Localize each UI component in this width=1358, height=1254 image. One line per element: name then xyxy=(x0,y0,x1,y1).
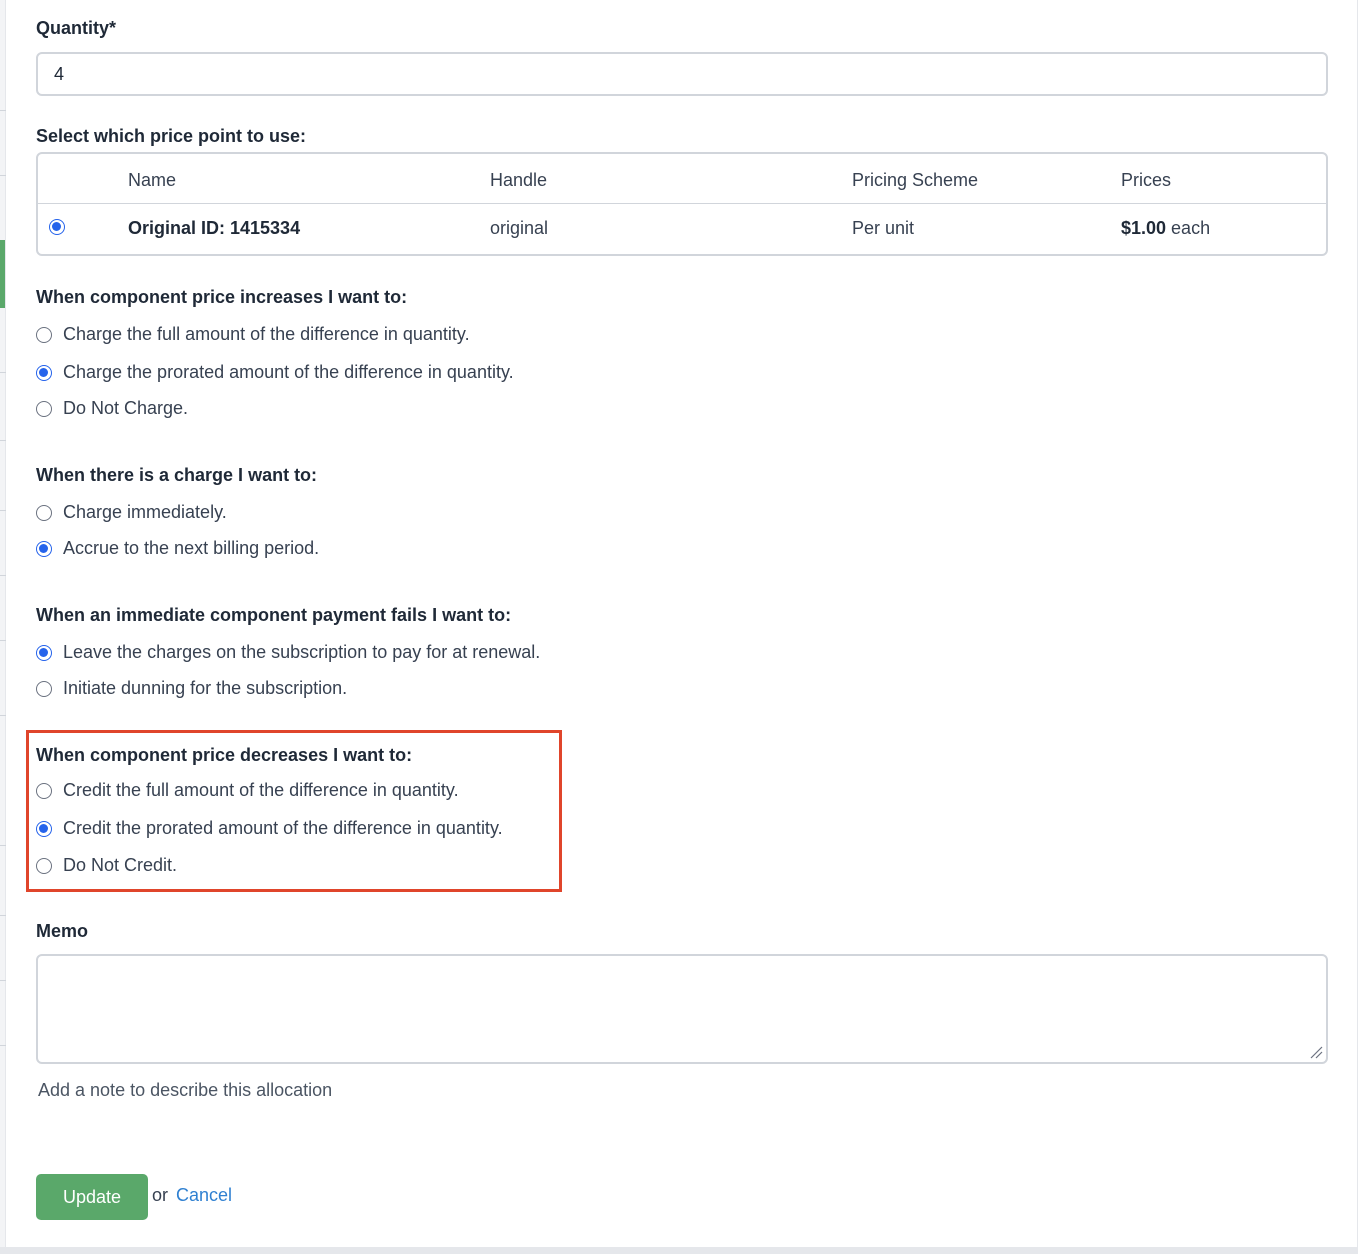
charge-label: When there is a charge I want to: xyxy=(36,465,318,485)
charge-option-accrue[interactable]: Accrue to the next billing period. xyxy=(36,538,736,562)
cancel-link[interactable]: Cancel xyxy=(176,1185,232,1206)
price-point-radio[interactable] xyxy=(49,219,65,235)
gutter-accent xyxy=(0,240,5,308)
column-header-prices: Prices xyxy=(1121,170,1172,190)
allocation-form-panel: Quantity* Select which price point to us… xyxy=(6,0,1358,1247)
price-point-name: Original ID: 1415334 xyxy=(128,218,301,238)
price-point-handle: original xyxy=(490,218,549,238)
quantity-input[interactable] xyxy=(36,52,1328,96)
payment-fail-option-leave[interactable]: Leave the charges on the subscription to… xyxy=(36,642,736,666)
payment-fail-label: When an immediate component payment fail… xyxy=(36,605,512,625)
quantity-label: Quantity* xyxy=(36,18,117,38)
option-label: Leave the charges on the subscription to… xyxy=(63,642,541,662)
column-header-handle: Handle xyxy=(490,170,548,190)
increase-option-full[interactable]: Charge the full amount of the difference… xyxy=(36,324,736,348)
radio-button[interactable] xyxy=(36,541,52,557)
radio-button[interactable] xyxy=(36,327,52,343)
option-label: Initiate dunning for the subscription. xyxy=(63,678,348,698)
option-label: Charge the prorated amount of the differ… xyxy=(63,362,514,382)
table-divider xyxy=(38,203,1326,204)
option-label: Credit the prorated amount of the differ… xyxy=(63,818,503,838)
radio-button[interactable] xyxy=(36,505,52,521)
price-point-scheme: Per unit xyxy=(852,218,915,238)
bottom-strip xyxy=(0,1247,1358,1254)
decrease-option-full[interactable]: Credit the full amount of the difference… xyxy=(36,780,736,804)
option-label: Do Not Credit. xyxy=(63,855,178,875)
decrease-option-prorated[interactable]: Credit the prorated amount of the differ… xyxy=(36,818,736,842)
decrease-label: When component price decreases I want to… xyxy=(36,745,413,765)
update-button[interactable]: Update xyxy=(36,1174,148,1220)
option-label: Credit the full amount of the difference… xyxy=(63,780,459,800)
memo-help-text: Add a note to describe this allocation xyxy=(38,1080,333,1100)
radio-button[interactable] xyxy=(36,645,52,661)
increase-option-prorated[interactable]: Charge the prorated amount of the differ… xyxy=(36,362,736,386)
option-label: Accrue to the next billing period. xyxy=(63,538,320,558)
resize-grip-icon[interactable] xyxy=(1309,1045,1323,1059)
radio-button[interactable] xyxy=(36,858,52,874)
increase-option-none[interactable]: Do Not Charge. xyxy=(36,398,736,422)
or-text: or xyxy=(152,1185,169,1205)
charge-option-immediately[interactable]: Charge immediately. xyxy=(36,502,736,526)
price-point-label: Select which price point to use: xyxy=(36,126,307,146)
column-header-pricing-scheme: Pricing Scheme xyxy=(852,170,979,190)
radio-button[interactable] xyxy=(36,401,52,417)
increase-label: When component price increases I want to… xyxy=(36,287,408,307)
option-label: Charge the full amount of the difference… xyxy=(63,324,470,344)
price-point-price: $1.00 each xyxy=(1121,218,1210,239)
radio-button[interactable] xyxy=(36,365,52,381)
memo-label: Memo xyxy=(36,921,89,941)
option-label: Do Not Charge. xyxy=(63,398,189,418)
radio-button[interactable] xyxy=(36,783,52,799)
price-amount: $1.00 xyxy=(1121,218,1167,238)
column-header-name: Name xyxy=(128,170,177,190)
memo-textarea[interactable] xyxy=(36,954,1328,1064)
radio-button[interactable] xyxy=(36,681,52,697)
radio-button[interactable] xyxy=(36,821,52,837)
price-point-table: Name Handle Pricing Scheme Prices Origin… xyxy=(36,152,1328,256)
decrease-option-none[interactable]: Do Not Credit. xyxy=(36,855,736,879)
price-unit: each xyxy=(1166,218,1211,238)
payment-fail-option-dunning[interactable]: Initiate dunning for the subscription. xyxy=(36,678,736,702)
option-label: Charge immediately. xyxy=(63,502,227,522)
